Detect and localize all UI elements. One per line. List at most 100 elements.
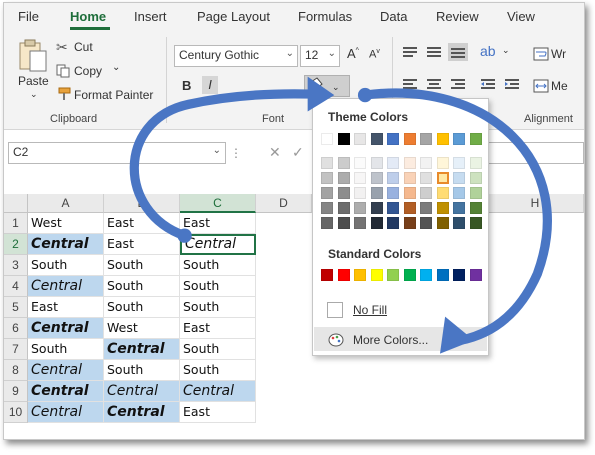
theme-shade-swatch[interactable] [321, 217, 333, 229]
theme-shade-swatch[interactable] [436, 202, 449, 214]
theme-shade-swatch[interactable] [436, 187, 449, 199]
increase-indent-icon[interactable] [504, 77, 520, 96]
theme-shade-swatch[interactable] [370, 217, 383, 229]
paste-icon[interactable] [18, 39, 48, 78]
row-header[interactable]: 4 [4, 276, 28, 297]
theme-shade-swatch[interactable] [403, 172, 416, 184]
cell-a10[interactable]: Central [28, 402, 104, 423]
row-header[interactable]: 5 [4, 297, 28, 318]
increase-font-size-icon[interactable]: A^ [347, 46, 359, 61]
standard-color-swatch[interactable] [321, 269, 333, 281]
theme-shade-swatch[interactable] [387, 202, 399, 214]
bold-icon[interactable]: B [182, 78, 191, 93]
theme-shade-swatch[interactable] [420, 217, 432, 229]
copy-dropdown-icon[interactable]: ⌄ [112, 62, 120, 73]
theme-shade-swatch[interactable] [403, 217, 416, 229]
fill-color-button[interactable]: ⌄ [304, 75, 350, 97]
cell-b4[interactable]: South [104, 276, 180, 297]
cell-b8[interactable]: South [104, 360, 180, 381]
theme-shade-swatch[interactable] [354, 202, 366, 214]
standard-color-swatch[interactable] [370, 269, 383, 281]
chevron-down-icon[interactable]: ⌄ [502, 45, 510, 56]
theme-shade-swatch[interactable] [420, 202, 432, 214]
align-center-icon[interactable] [426, 77, 442, 96]
cell-b9[interactable]: Central [104, 381, 180, 402]
theme-shade-swatch[interactable] [321, 157, 333, 169]
theme-shade-swatch[interactable] [469, 157, 482, 169]
theme-shade-swatch[interactable] [370, 172, 383, 184]
menu-home[interactable]: Home [70, 9, 106, 24]
theme-color-swatch[interactable] [420, 133, 432, 145]
cell-b1[interactable]: East [104, 213, 180, 234]
theme-shade-swatch[interactable] [453, 187, 465, 199]
row-header[interactable]: 1 [4, 213, 28, 234]
column-header-a[interactable]: A [28, 194, 104, 213]
menu-formulas[interactable]: Formulas [298, 9, 352, 24]
standard-color-swatch[interactable] [420, 269, 432, 281]
standard-color-swatch[interactable] [436, 269, 449, 281]
no-fill-item[interactable]: No Fill [353, 303, 387, 317]
cell-b10[interactable]: Central [104, 402, 180, 423]
format-painter-icon[interactable] [56, 87, 72, 106]
row-header[interactable]: 8 [4, 360, 28, 381]
theme-shade-swatch[interactable] [403, 187, 416, 199]
theme-color-swatch[interactable] [436, 133, 449, 145]
theme-shade-swatch[interactable] [436, 217, 449, 229]
theme-shade-swatch[interactable] [321, 172, 333, 184]
cell-c5[interactable]: South [180, 297, 256, 318]
decrease-font-size-icon[interactable]: Av [369, 48, 380, 61]
row-header[interactable]: 7 [4, 339, 28, 360]
align-top-icon[interactable] [402, 45, 418, 64]
scissors-icon[interactable]: ✂ [56, 39, 68, 56]
theme-shade-swatch[interactable] [453, 217, 465, 229]
more-colors-item[interactable]: More Colors... [353, 333, 428, 347]
theme-shade-swatch[interactable] [370, 187, 383, 199]
standard-color-swatch[interactable] [387, 269, 399, 281]
wrap-text-button[interactable]: Wr [551, 47, 566, 61]
orientation-icon[interactable]: ab [480, 43, 496, 59]
cell-c7[interactable]: South [180, 339, 256, 360]
standard-color-swatch[interactable] [469, 269, 482, 281]
align-left-icon[interactable] [402, 77, 418, 96]
theme-color-swatch[interactable] [453, 133, 465, 145]
theme-shade-swatch[interactable] [354, 217, 366, 229]
theme-shade-swatch[interactable] [387, 157, 399, 169]
theme-shade-swatch[interactable] [453, 172, 465, 184]
row-header[interactable]: 9 [4, 381, 28, 402]
menu-file[interactable]: File [18, 9, 39, 24]
cell-c3[interactable]: South [180, 255, 256, 276]
theme-shade-swatch[interactable] [453, 202, 465, 214]
menu-view[interactable]: View [507, 9, 535, 24]
cut-button[interactable]: Cut [74, 40, 93, 54]
theme-shade-swatch[interactable] [354, 157, 366, 169]
cell-b6[interactable]: West [104, 318, 180, 339]
theme-shade-swatch[interactable] [370, 157, 383, 169]
cell-c9[interactable]: Central [180, 381, 256, 402]
theme-shade-swatch[interactable] [403, 157, 416, 169]
menu-page-layout[interactable]: Page Layout [197, 9, 270, 24]
theme-shade-swatch[interactable] [420, 187, 432, 199]
column-header-h[interactable]: H [487, 194, 584, 213]
row-header[interactable]: 2 [4, 234, 28, 255]
row-header[interactable]: 6 [4, 318, 28, 339]
theme-shade-swatch[interactable] [403, 202, 416, 214]
theme-shade-swatch[interactable] [337, 172, 350, 184]
theme-shade-swatch[interactable] [420, 157, 432, 169]
cell-a1[interactable]: West [28, 213, 104, 234]
theme-color-swatch[interactable] [387, 133, 399, 145]
cell-c10[interactable]: East [180, 402, 256, 423]
theme-shade-swatch[interactable] [354, 172, 366, 184]
theme-shade-swatch[interactable] [370, 202, 383, 214]
column-header-c[interactable]: C [180, 194, 256, 213]
font-name-select[interactable]: Century Gothic ⌄ [174, 45, 298, 67]
theme-shade-swatch[interactable] [387, 172, 399, 184]
cell-c6[interactable]: East [180, 318, 256, 339]
wrap-text-icon[interactable] [533, 47, 549, 66]
format-painter-button[interactable]: Format Painter [74, 88, 153, 102]
row-header[interactable]: 3 [4, 255, 28, 276]
paste-label[interactable]: Paste [18, 74, 49, 88]
theme-shade-swatch[interactable] [337, 157, 350, 169]
theme-shade-swatch[interactable] [469, 217, 482, 229]
cell-a5[interactable]: East [28, 297, 104, 318]
theme-shade-swatch[interactable] [436, 172, 449, 184]
